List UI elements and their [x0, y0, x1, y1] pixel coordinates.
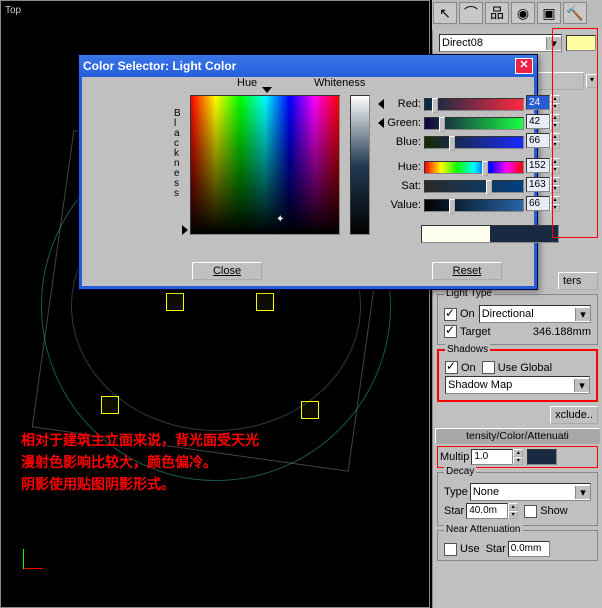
parameters-button[interactable]: ters — [558, 272, 598, 290]
annotation-text: 相对于建筑主立面来说，背光面受天光 漫射色影响比较大，颜色偏冷。 阴影使用贴图阴… — [21, 429, 259, 495]
group-title: Decay — [444, 466, 476, 477]
shadow-map-dropdown[interactable]: Shadow Map — [445, 376, 590, 394]
near-atten-group: Near Attenuation Use Star 0.0mm — [437, 530, 598, 561]
use-label: Use — [460, 543, 480, 555]
tri-icon — [378, 118, 384, 128]
sat-slider[interactable] — [424, 180, 524, 193]
value-label: Value: — [378, 199, 424, 211]
object-name-dropdown[interactable]: Direct08 — [439, 34, 562, 52]
hue-slider[interactable] — [424, 161, 524, 174]
hue-label: Hue — [237, 77, 257, 89]
target-label: Target — [460, 326, 491, 338]
show-checkbox[interactable] — [524, 505, 537, 518]
command-toolbar: ↖ ⌒ 品 ◉ ▣ 🔨 — [432, 0, 602, 30]
light-color-swatch[interactable] — [527, 449, 557, 465]
group-title: Shadows — [445, 344, 490, 355]
sat-value[interactable]: 163 — [526, 177, 550, 192]
red-value[interactable]: 24 — [526, 95, 550, 110]
multiplier-spinner[interactable]: 1.0 — [471, 449, 513, 465]
annotation-line: 阴影使用贴图阴影形式。 — [21, 473, 259, 495]
start-label: Star — [444, 505, 464, 517]
blackness-label: Blackness — [174, 109, 182, 199]
color-swatch-pair[interactable] — [421, 225, 559, 243]
blue-value[interactable]: 66 — [526, 133, 550, 148]
light-type-dropdown[interactable]: Directional — [479, 305, 591, 323]
color-selector-dialog: Color Selector: Light Color ✕ Hue Whiten… — [78, 54, 538, 290]
shadows-group: Shadows On Use Global Shadow Map — [437, 349, 598, 402]
type-label: Type — [444, 486, 468, 498]
rollup-title[interactable]: tensity/Color/Attenuati — [435, 428, 600, 444]
hue-field[interactable]: ✦ — [190, 95, 340, 235]
light-gizmo[interactable] — [101, 396, 119, 414]
close-button[interactable]: Close — [192, 262, 262, 280]
blue-slider[interactable] — [424, 136, 524, 149]
whiteness-label: Whiteness — [314, 77, 365, 89]
on-checkbox[interactable] — [444, 308, 457, 321]
multiplier-label: Multip — [440, 451, 469, 463]
color-picker-cursor[interactable]: ✦ — [276, 214, 286, 224]
use-global-label: Use Global — [498, 362, 552, 374]
exclude-button[interactable]: xclude.. — [550, 406, 598, 424]
use-checkbox[interactable] — [444, 543, 457, 556]
highlight-frame — [552, 28, 598, 238]
decay-start-spinner[interactable]: 40.0m — [466, 503, 508, 519]
light-gizmo[interactable] — [256, 293, 274, 311]
arrow-icon[interactable]: ↖ — [433, 2, 457, 24]
hue-value[interactable]: 152 — [526, 158, 550, 173]
viewport-label: Top — [5, 5, 21, 16]
light-gizmo[interactable] — [301, 401, 319, 419]
rgb-hsv-sliders: Red: Green: Blue: Hue: Sat: Value: — [378, 95, 524, 215]
decay-type-dropdown[interactable]: None — [470, 483, 591, 501]
hue-indicator-icon[interactable] — [262, 87, 272, 93]
green-value[interactable]: 42 — [526, 114, 550, 129]
light-type-group: Light Type On Directional Target 346.188… — [437, 294, 598, 345]
value-value[interactable]: 66 — [526, 196, 550, 211]
blackness-indicator-icon[interactable] — [182, 225, 188, 235]
new-color — [490, 226, 558, 242]
near-start-spinner[interactable]: 0.0mm — [508, 541, 550, 557]
on-label: On — [460, 308, 475, 320]
spinner-arrows[interactable]: ▴▾ — [513, 449, 523, 465]
spinner-arrows[interactable]: ▴▾ — [508, 503, 518, 519]
dialog-title: Color Selector: Light Color — [83, 59, 236, 73]
target-checkbox[interactable] — [444, 325, 457, 338]
wheel-icon[interactable]: ◉ — [511, 2, 535, 24]
target-distance: 346.188mm — [533, 326, 591, 338]
light-gizmo[interactable] — [166, 293, 184, 311]
red-slider[interactable] — [424, 98, 524, 111]
value-slider[interactable] — [424, 199, 524, 212]
link-icon[interactable]: 品 — [485, 2, 509, 24]
red-label: Red: — [386, 98, 424, 110]
annotation-line: 相对于建筑主立面来说，背光面受天光 — [21, 429, 259, 451]
green-slider[interactable] — [424, 117, 524, 130]
hue-slider-label: Hue: — [378, 161, 424, 173]
arc-icon[interactable]: ⌒ — [459, 2, 483, 24]
dialog-body: Hue Whiteness Blackness ✦ Red: Green: Bl… — [82, 77, 534, 286]
titlebar[interactable]: Color Selector: Light Color ✕ — [79, 55, 537, 77]
display-icon[interactable]: ▣ — [537, 2, 561, 24]
old-color — [422, 226, 490, 242]
start-label: Star — [486, 543, 506, 555]
annotation-line: 漫射色影响比较大，颜色偏冷。 — [21, 451, 259, 473]
close-icon[interactable]: ✕ — [515, 58, 533, 74]
hammer-icon[interactable]: 🔨 — [563, 2, 587, 24]
show-label: Show — [540, 505, 568, 517]
blue-label: Blue: — [378, 136, 424, 148]
use-global-checkbox[interactable] — [482, 361, 495, 374]
reset-button[interactable]: Reset — [432, 262, 502, 280]
tri-icon — [378, 99, 384, 109]
sat-label: Sat: — [378, 180, 424, 192]
decay-group: Decay Type None Star 40.0m ▴▾ Show — [437, 472, 598, 526]
on-label: On — [461, 362, 476, 374]
whiteness-strip[interactable] — [350, 95, 370, 235]
group-title: Near Attenuation — [444, 524, 523, 535]
axis-gizmo — [23, 541, 51, 569]
green-label: Green: — [386, 117, 424, 129]
shadows-on-checkbox[interactable] — [445, 361, 458, 374]
